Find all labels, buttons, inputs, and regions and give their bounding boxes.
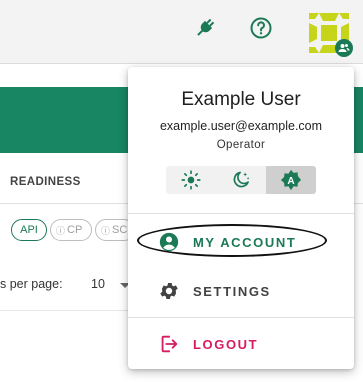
menu-item-label: SETTINGS bbox=[193, 283, 271, 299]
chip-label: API bbox=[20, 224, 38, 236]
account-circle-icon bbox=[158, 231, 180, 253]
menu-item-logout[interactable]: LOGOUT bbox=[128, 326, 354, 362]
account-group-icon bbox=[335, 39, 353, 57]
theme-light-button[interactable] bbox=[166, 166, 216, 194]
help-circle-icon[interactable] bbox=[249, 16, 273, 40]
user-role: Operator bbox=[216, 139, 266, 151]
menu-item-my-account[interactable]: MY ACCOUNT bbox=[128, 224, 354, 260]
top-app-bar bbox=[0, 0, 363, 64]
chip-label: CP bbox=[67, 224, 83, 236]
chip-cp[interactable]: ⓘ CP bbox=[50, 219, 92, 241]
pagination-divider bbox=[0, 310, 130, 311]
power-plug-icon[interactable] bbox=[193, 16, 217, 40]
auto-brightness-icon: A bbox=[280, 169, 302, 191]
theme-auto-button[interactable]: A bbox=[266, 166, 316, 194]
account-menu: Example User example.user@example.com Op… bbox=[128, 67, 354, 369]
menu-item-label: LOGOUT bbox=[193, 336, 259, 352]
menu-divider bbox=[128, 317, 354, 318]
theme-toggle: A bbox=[166, 166, 316, 194]
chip-label: SC bbox=[112, 224, 128, 236]
question-circle-icon: ⓘ bbox=[56, 225, 66, 236]
user-email: example.user@example.com bbox=[159, 119, 323, 133]
theme-dark-button[interactable] bbox=[216, 166, 266, 194]
moon-stars-icon bbox=[233, 171, 250, 188]
question-circle-icon: ⓘ bbox=[101, 225, 111, 236]
logout-icon bbox=[158, 333, 180, 355]
column-header-readiness[interactable]: READINESS bbox=[10, 176, 81, 188]
menu-item-label: MY ACCOUNT bbox=[193, 234, 297, 250]
user-name: Example User bbox=[181, 89, 301, 110]
svg-text:A: A bbox=[287, 176, 295, 187]
menu-divider bbox=[128, 213, 354, 214]
menu-item-settings[interactable]: SETTINGS bbox=[128, 273, 354, 309]
rows-per-page-label: s per page: bbox=[0, 277, 63, 291]
chip-api[interactable]: API bbox=[11, 219, 47, 241]
rows-per-page-select[interactable]: 10 bbox=[91, 277, 105, 291]
gear-icon bbox=[158, 280, 180, 302]
sun-icon bbox=[181, 170, 201, 190]
